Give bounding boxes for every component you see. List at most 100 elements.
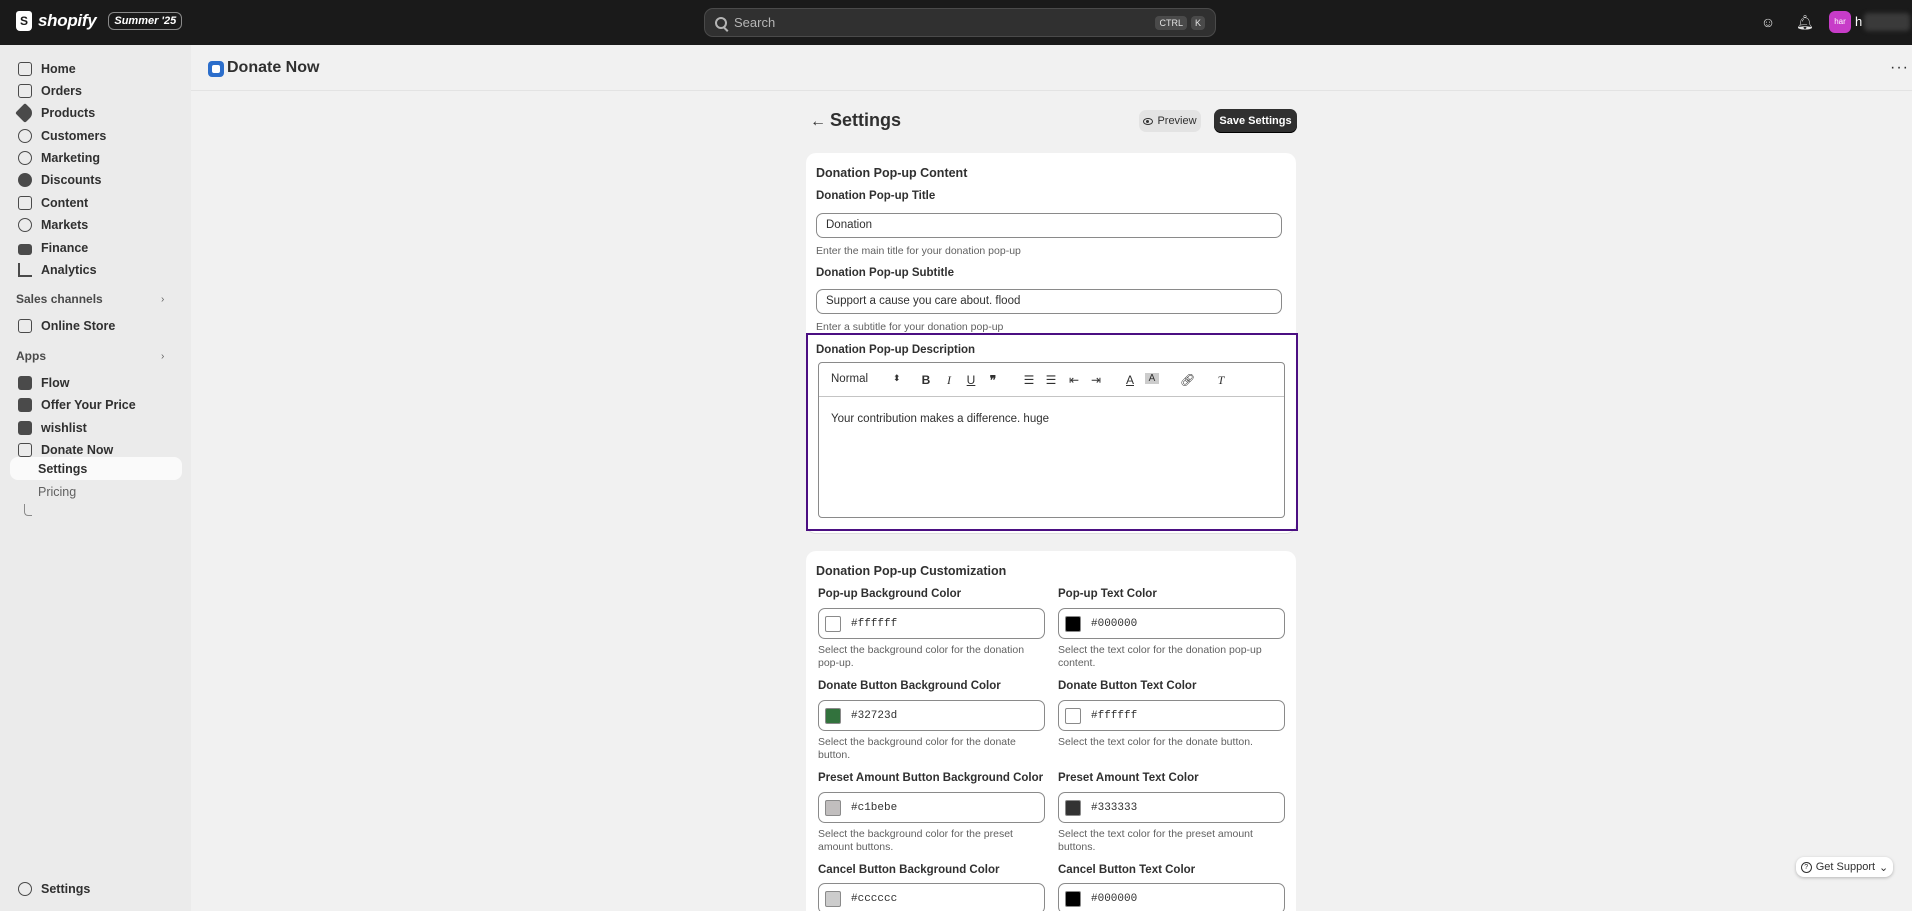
chevron-right-icon[interactable]: › xyxy=(161,294,164,305)
color-swatch[interactable] xyxy=(1065,615,1081,632)
color-swatch[interactable] xyxy=(825,615,841,632)
edition-badge[interactable]: Summer '25 xyxy=(108,12,183,30)
color-hex[interactable]: #333333 xyxy=(1091,802,1137,814)
color-hex[interactable]: #ffffff xyxy=(851,618,897,630)
popup-title-input[interactable]: Donation xyxy=(816,213,1282,238)
store-icon xyxy=(18,319,32,333)
popup-text-color-field[interactable]: #000000 xyxy=(1058,608,1285,639)
color-hex[interactable]: #000000 xyxy=(1091,893,1137,905)
color-swatch[interactable] xyxy=(825,890,841,907)
color-hex[interactable]: #ffffff xyxy=(1091,710,1137,722)
ordered-list-icon[interactable]: ☰ xyxy=(1022,373,1036,387)
sidebar-item-home[interactable]: Home xyxy=(10,57,182,81)
preset-text-color-field[interactable]: #333333 xyxy=(1058,792,1285,823)
color-swatch[interactable] xyxy=(825,707,841,724)
color-hex[interactable]: #c1bebe xyxy=(851,802,897,814)
color-help: Select the background color for the pres… xyxy=(818,828,1013,853)
card-title: Donation Pop-up Customization xyxy=(816,564,1007,578)
target-icon xyxy=(18,151,32,165)
shopify-logo[interactable]: shopify Summer '25 xyxy=(16,11,183,31)
sidebar-item-settings[interactable]: Settings xyxy=(10,877,182,901)
save-settings-button[interactable]: Save Settings xyxy=(1214,109,1297,133)
color-swatch[interactable] xyxy=(1065,707,1081,724)
sidebar-item-customers[interactable]: Customers xyxy=(10,124,182,148)
color-swatch[interactable] xyxy=(825,799,841,816)
sidebar-item-orders[interactable]: Orders xyxy=(10,79,182,103)
globe-icon xyxy=(18,218,32,232)
sales-channels-label[interactable]: Sales channels xyxy=(16,292,103,306)
donate-app-icon xyxy=(208,61,224,77)
clear-format-icon[interactable]: T xyxy=(1214,373,1228,388)
popup-subtitle-input[interactable]: Support a cause you care about. flood xyxy=(816,289,1282,314)
sidebar-item-products[interactable]: Products xyxy=(10,101,182,125)
preset-bg-color-field[interactable]: #c1bebe xyxy=(818,792,1045,823)
sidebar-item-offer-your-price[interactable]: Offer Your Price xyxy=(10,393,182,417)
format-select[interactable]: Normal xyxy=(831,373,868,385)
sidebar-item-content[interactable]: Content xyxy=(10,191,182,215)
text-color-icon[interactable]: A xyxy=(1123,373,1137,387)
sidebar-item-pricing[interactable]: Pricing xyxy=(10,480,182,504)
color-help: Select the background color for the dona… xyxy=(818,644,1025,669)
bold-icon[interactable]: B xyxy=(919,373,933,387)
field-label: Donation Pop-up Title xyxy=(816,190,936,202)
description-editor[interactable]: Normal ⬍ B I U ❞ ☰ ☰ ⇤ ⇥ A A 🔗︎ T Your c… xyxy=(818,362,1285,518)
cancel-text-color-field[interactable]: #000000 xyxy=(1058,883,1285,911)
color-help: Select the text color for the donation p… xyxy=(1058,644,1262,669)
italic-icon[interactable]: I xyxy=(942,373,956,388)
background-color-icon[interactable]: A xyxy=(1145,373,1159,384)
preview-button[interactable]: Preview xyxy=(1139,110,1201,132)
color-hex[interactable]: #32723d xyxy=(851,710,897,722)
color-label: Donate Button Text Color xyxy=(1058,680,1197,692)
card-title: Donation Pop-up Content xyxy=(816,166,968,180)
more-actions-icon[interactable]: ··· xyxy=(1890,59,1909,77)
donate-text-color-field[interactable]: #ffffff xyxy=(1058,700,1285,731)
sidebar-item-label: Customers xyxy=(41,129,107,143)
back-arrow-icon[interactable]: ← xyxy=(810,113,826,131)
color-hex[interactable]: #000000 xyxy=(1091,618,1137,630)
sidebar-item-discounts[interactable]: Discounts xyxy=(10,168,182,192)
account-name-redacted xyxy=(1864,13,1910,31)
search-bar[interactable]: Search CTRL K xyxy=(704,8,1216,37)
bell-icon[interactable]: 🔔︎ xyxy=(1796,14,1814,30)
sidebar-item-label: Content xyxy=(41,196,89,210)
sidebar-item-flow[interactable]: Flow xyxy=(10,371,182,395)
sidebar-item-label: Flow xyxy=(41,376,70,390)
donate-bg-color-field[interactable]: #32723d xyxy=(818,700,1045,731)
blockquote-icon[interactable]: ❞ xyxy=(986,373,1000,387)
customization-card: Donation Pop-up Customization Pop-up Bac… xyxy=(806,551,1296,911)
shopify-bag-icon xyxy=(16,11,32,31)
link-icon[interactable]: 🔗︎ xyxy=(1180,373,1195,387)
sidebar-item-label: Marketing xyxy=(41,151,101,165)
apps-label[interactable]: Apps xyxy=(16,349,46,363)
sidebar-item-analytics[interactable]: Analytics xyxy=(10,258,182,282)
color-hex[interactable]: #cccccc xyxy=(851,893,897,905)
eye-icon xyxy=(1143,117,1154,125)
sidebar: Home Orders Products Customers Marketing… xyxy=(0,45,191,911)
sidebar-item-label: Finance xyxy=(41,241,89,255)
outdent-icon[interactable]: ⇤ xyxy=(1067,373,1081,387)
color-swatch[interactable] xyxy=(1065,890,1081,907)
brand-name: shopify xyxy=(38,11,97,30)
indent-icon[interactable]: ⇥ xyxy=(1089,373,1103,387)
sidebar-item-finance[interactable]: Finance xyxy=(10,236,182,260)
sidebar-item-online-store[interactable]: Online Store xyxy=(10,314,182,338)
underline-icon[interactable]: U xyxy=(964,373,978,387)
select-arrows-icon[interactable]: ⬍ xyxy=(893,373,901,384)
app-header: Donate Now ··· xyxy=(191,45,1912,91)
sidebar-item-settings-active[interactable]: Settings xyxy=(10,457,182,480)
description-text[interactable]: Your contribution makes a difference. hu… xyxy=(831,413,1049,425)
color-label: Preset Amount Button Background Color xyxy=(818,772,1044,784)
avatar[interactable]: har xyxy=(1829,11,1851,33)
color-swatch[interactable] xyxy=(1065,799,1081,816)
popup-bg-color-field[interactable]: #ffffff xyxy=(818,608,1045,639)
sidebar-item-wishlist[interactable]: wishlist xyxy=(10,416,182,440)
help-icon: ? xyxy=(1800,861,1812,873)
get-support-button[interactable]: ? Get Support ⌄ xyxy=(1796,857,1893,877)
account-name[interactable]: h xyxy=(1855,14,1862,29)
bullet-list-icon[interactable]: ☰ xyxy=(1044,373,1058,387)
sidebar-item-markets[interactable]: Markets xyxy=(10,213,182,237)
cancel-bg-color-field[interactable]: #cccccc xyxy=(818,883,1045,911)
sidebar-item-marketing[interactable]: Marketing xyxy=(10,146,182,170)
sidekick-icon[interactable]: ☺ xyxy=(1760,14,1776,30)
chevron-right-icon[interactable]: › xyxy=(161,351,164,362)
